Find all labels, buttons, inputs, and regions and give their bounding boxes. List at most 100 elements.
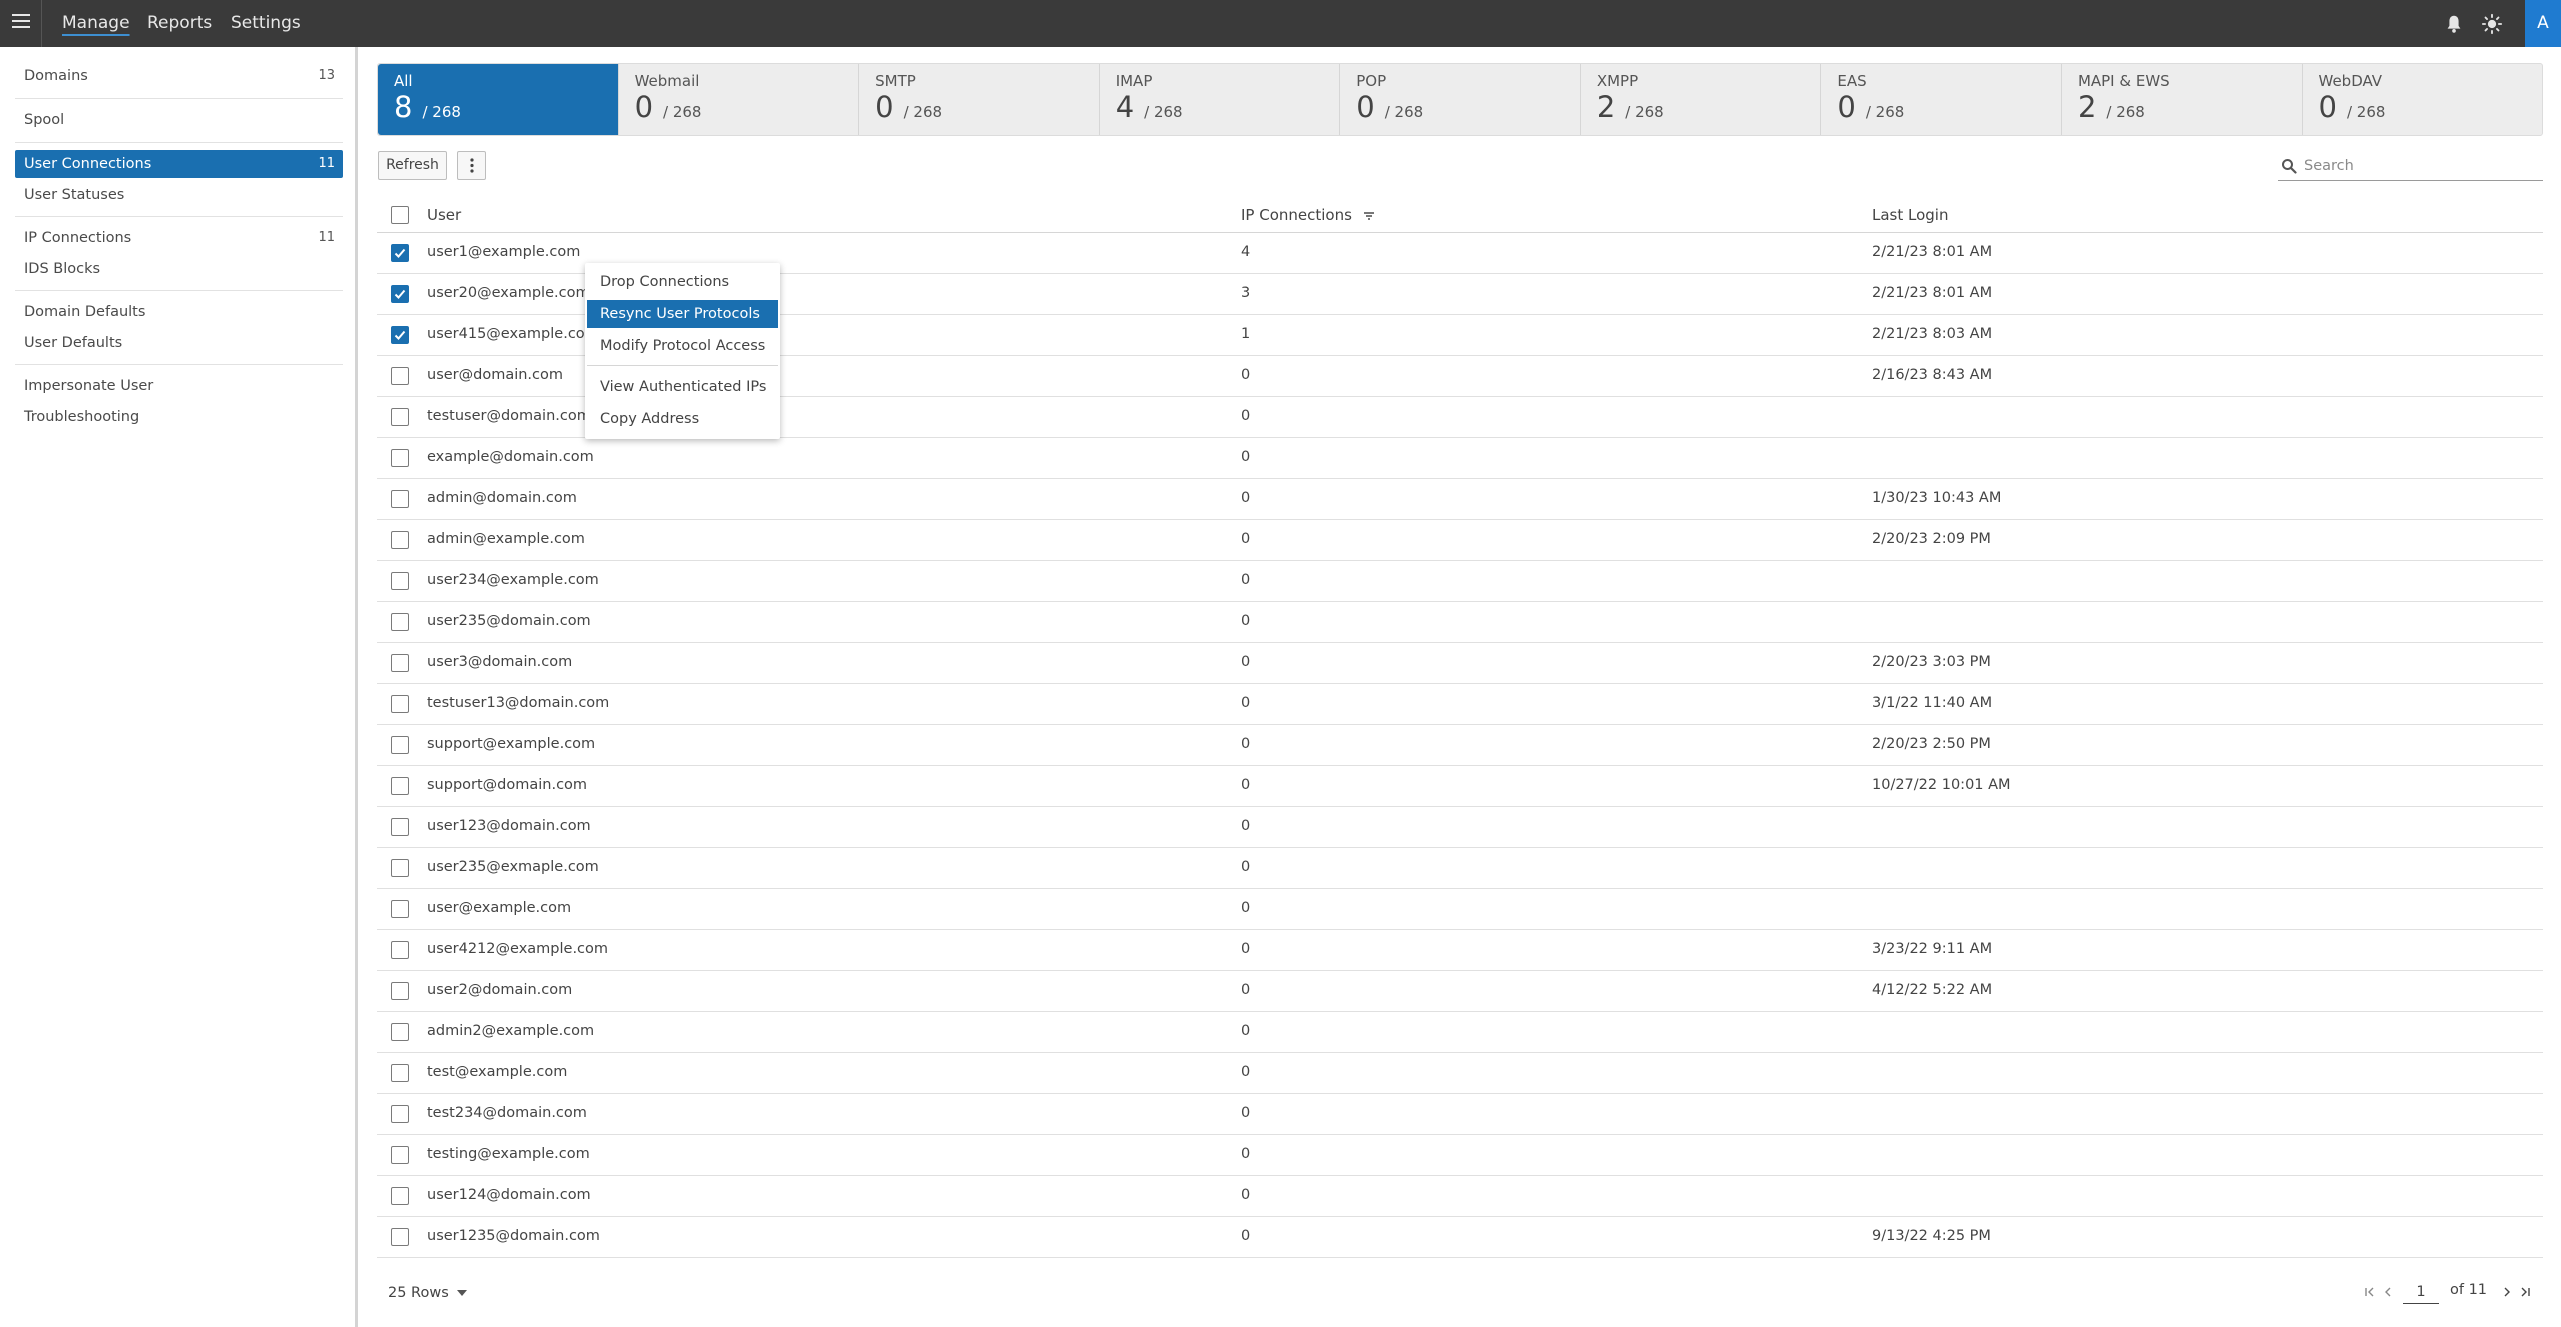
tab-eas[interactable]: EAS 0 / 268 xyxy=(1821,64,2062,135)
sidebar-item-user-connections[interactable]: User Connections 11 xyxy=(15,150,343,178)
sidebar-item-user-statuses[interactable]: User Statuses xyxy=(15,181,343,209)
cell-user: testing@example.com xyxy=(427,1146,590,1162)
tab-count: 2 xyxy=(2077,90,2097,124)
row-checkbox[interactable] xyxy=(391,367,409,385)
menu-icon[interactable] xyxy=(12,14,30,32)
menu-item-drop-connections[interactable]: Drop Connections xyxy=(587,268,778,296)
cell-ip-connections: 0 xyxy=(1241,1146,1251,1162)
row-checkbox[interactable] xyxy=(391,695,409,713)
row-checkbox[interactable] xyxy=(391,654,409,672)
search-input[interactable] xyxy=(2304,155,2534,177)
tab-smtp[interactable]: SMTP 0 / 268 xyxy=(859,64,1100,135)
sidebar-item-impersonate-user[interactable]: Impersonate User xyxy=(15,372,343,400)
table-row[interactable]: admin@domain.com 0 1/30/23 10:43 AM xyxy=(377,479,2543,520)
table-row[interactable]: user123@domain.com 0 xyxy=(377,807,2543,848)
table-row[interactable]: user235@exmaple.com 0 xyxy=(377,848,2543,889)
row-checkbox[interactable] xyxy=(391,941,409,959)
menu-item-modify-protocol-access[interactable]: Modify Protocol Access xyxy=(587,332,778,360)
sun-icon[interactable] xyxy=(2481,13,2503,35)
tab-imap[interactable]: IMAP 4 / 268 xyxy=(1100,64,1341,135)
top-bar: Manage Reports Settings A xyxy=(0,0,2561,47)
row-checkbox[interactable] xyxy=(391,777,409,795)
tab-mapi-ews[interactable]: MAPI & EWS 2 / 268 xyxy=(2062,64,2303,135)
sidebar-item-ids-blocks[interactable]: IDS Blocks xyxy=(15,255,343,283)
next-page-icon[interactable] xyxy=(2500,1284,2514,1300)
first-page-icon[interactable] xyxy=(2363,1284,2377,1300)
row-checkbox[interactable] xyxy=(391,449,409,467)
table-row[interactable]: support@domain.com 0 10/27/22 10:01 AM xyxy=(377,766,2543,807)
tab-count: 0 xyxy=(634,90,654,124)
row-checkbox[interactable] xyxy=(391,736,409,754)
table-row[interactable]: user1235@domain.com 0 9/13/22 4:25 PM xyxy=(377,1217,2543,1258)
sidebar-item-domains[interactable]: Domains 13 xyxy=(15,62,343,90)
menu-item-copy-address[interactable]: Copy Address xyxy=(587,405,778,433)
table-row[interactable]: user@example.com 0 xyxy=(377,889,2543,930)
row-checkbox[interactable] xyxy=(391,244,409,262)
row-checkbox[interactable] xyxy=(391,572,409,590)
nav-reports[interactable]: Reports xyxy=(147,0,212,47)
row-checkbox[interactable] xyxy=(391,1023,409,1041)
previous-page-icon[interactable] xyxy=(2381,1284,2395,1300)
tab-xmpp[interactable]: XMPP 2 / 268 xyxy=(1581,64,1822,135)
cell-user: user3@domain.com xyxy=(427,654,573,670)
rows-per-page-select[interactable]: 25 Rows xyxy=(388,1285,467,1301)
table-row[interactable]: admin2@example.com 0 xyxy=(377,1012,2543,1053)
menu-item-view-authenticated-ips[interactable]: View Authenticated IPs xyxy=(587,373,778,401)
row-checkbox[interactable] xyxy=(391,285,409,303)
sidebar-divider xyxy=(15,98,343,99)
column-header-ip-connections[interactable]: IP Connections xyxy=(1241,206,1375,224)
page-count-label: of 11 xyxy=(2450,1282,2488,1298)
row-checkbox[interactable] xyxy=(391,1105,409,1123)
table-row[interactable]: user3@domain.com 0 2/20/23 3:03 PM xyxy=(377,643,2543,684)
nav-manage[interactable]: Manage xyxy=(62,0,130,47)
sidebar-item-user-defaults[interactable]: User Defaults xyxy=(15,329,343,357)
select-all-checkbox[interactable] xyxy=(391,206,409,224)
tab-all[interactable]: All 8 / 268 xyxy=(378,64,619,135)
table-row[interactable]: support@example.com 0 2/20/23 2:50 PM xyxy=(377,725,2543,766)
avatar[interactable]: A xyxy=(2525,0,2561,47)
tab-webdav[interactable]: WebDAV 0 / 268 xyxy=(2303,64,2543,135)
column-header-last-login[interactable]: Last Login xyxy=(1872,206,1948,224)
refresh-button[interactable]: Refresh xyxy=(378,151,447,180)
table-row[interactable]: user2@domain.com 0 4/12/22 5:22 AM xyxy=(377,971,2543,1012)
table-row[interactable]: user4212@example.com 0 3/23/22 9:11 AM xyxy=(377,930,2543,971)
row-checkbox[interactable] xyxy=(391,982,409,1000)
row-checkbox[interactable] xyxy=(391,490,409,508)
column-header-user[interactable]: User xyxy=(427,206,461,224)
row-checkbox[interactable] xyxy=(391,326,409,344)
table-row[interactable]: testuser13@domain.com 0 3/1/22 11:40 AM xyxy=(377,684,2543,725)
nav-settings[interactable]: Settings xyxy=(231,0,301,47)
cell-ip-connections: 4 xyxy=(1241,244,1251,260)
table-row[interactable]: test@example.com 0 xyxy=(377,1053,2543,1094)
sidebar-item-troubleshooting[interactable]: Troubleshooting xyxy=(15,403,343,431)
row-checkbox[interactable] xyxy=(391,408,409,426)
bell-icon[interactable] xyxy=(2443,13,2465,35)
row-checkbox[interactable] xyxy=(391,1064,409,1082)
row-checkbox[interactable] xyxy=(391,1228,409,1246)
sort-descending-icon[interactable] xyxy=(1363,211,1375,221)
row-checkbox[interactable] xyxy=(391,859,409,877)
sidebar-item-domain-defaults[interactable]: Domain Defaults xyxy=(15,298,343,326)
menu-item-resync-user-protocols[interactable]: Resync User Protocols xyxy=(587,300,778,328)
sidebar-item-ip-connections[interactable]: IP Connections 11 xyxy=(15,224,343,252)
table-row[interactable]: test234@domain.com 0 xyxy=(377,1094,2543,1135)
row-checkbox[interactable] xyxy=(391,1187,409,1205)
table-row[interactable]: testing@example.com 0 xyxy=(377,1135,2543,1176)
tab-webmail[interactable]: Webmail 0 / 268 xyxy=(619,64,860,135)
more-actions-button[interactable] xyxy=(457,151,486,180)
tab-pop[interactable]: POP 0 / 268 xyxy=(1340,64,1581,135)
last-page-icon[interactable] xyxy=(2518,1284,2532,1300)
table-row[interactable]: user234@example.com 0 xyxy=(377,561,2543,602)
table-row[interactable]: user235@domain.com 0 xyxy=(377,602,2543,643)
table-row[interactable]: admin@example.com 0 2/20/23 2:09 PM xyxy=(377,520,2543,561)
table-row[interactable]: user124@domain.com 0 xyxy=(377,1176,2543,1217)
row-checkbox[interactable] xyxy=(391,900,409,918)
row-checkbox[interactable] xyxy=(391,613,409,631)
row-checkbox[interactable] xyxy=(391,1146,409,1164)
row-checkbox[interactable] xyxy=(391,531,409,549)
page-number-input[interactable] xyxy=(2403,1280,2439,1304)
sidebar-item-spool[interactable]: Spool xyxy=(15,106,343,134)
row-checkbox[interactable] xyxy=(391,818,409,836)
table-row[interactable]: example@domain.com 0 xyxy=(377,438,2543,479)
sidebar-divider xyxy=(15,216,343,217)
